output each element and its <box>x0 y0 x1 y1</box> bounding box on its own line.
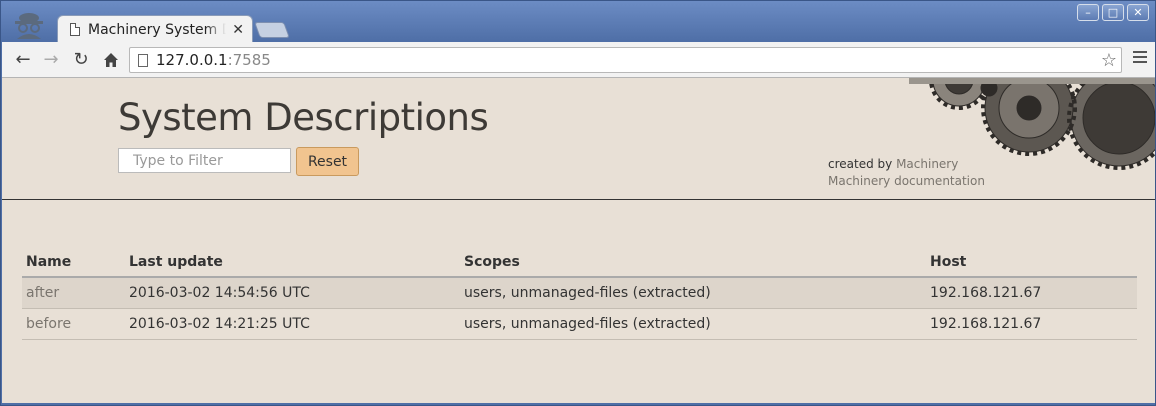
address-bar[interactable]: 127.0.0.1:7585 ☆ <box>129 47 1122 73</box>
scopes-cell: users, unmanaged-files (extracted) <box>460 308 926 340</box>
new-tab-button[interactable] <box>254 22 290 38</box>
tab-title: Machinery System Descriptions <box>88 21 226 38</box>
browser-toolbar: ← → ↻ 127.0.0.1:7585 ☆ <box>2 42 1155 78</box>
page-content: System Descriptions Reset created by Mac… <box>2 78 1155 403</box>
forward-icon[interactable]: → <box>40 50 62 70</box>
reset-button[interactable]: Reset <box>296 147 359 176</box>
title-bar: Machinery System Descriptions ✕ – □ ✕ <box>1 1 1155 43</box>
last-update-cell: 2016-03-02 14:54:56 UTC <box>125 277 460 309</box>
column-header-scopes[interactable]: Scopes <box>460 251 926 278</box>
incognito-icon <box>15 13 43 39</box>
created-by-label: created by <box>828 157 893 171</box>
page-header: System Descriptions Reset created by Mac… <box>2 78 1155 200</box>
minimize-button[interactable]: – <box>1077 4 1099 21</box>
table-row[interactable]: before 2016-03-02 14:21:25 UTC users, un… <box>22 308 1137 340</box>
browser-tab[interactable]: Machinery System Descriptions ✕ <box>57 15 253 43</box>
description-name-link[interactable]: before <box>22 308 125 340</box>
browser-window: Machinery System Descriptions ✕ – □ ✕ ← … <box>0 0 1156 406</box>
credits: created by Machinery Machinery documenta… <box>828 156 985 190</box>
machinery-link[interactable]: Machinery <box>896 157 958 171</box>
close-window-button[interactable]: ✕ <box>1127 4 1149 21</box>
url-host: 127.0.0.1 <box>156 51 228 69</box>
descriptions-table: Name Last update Scopes Host after 2016-… <box>22 251 1137 340</box>
window-controls: – □ ✕ <box>1077 4 1149 21</box>
documentation-link[interactable]: Machinery documentation <box>828 173 985 190</box>
filter-input[interactable] <box>118 148 291 173</box>
home-icon[interactable] <box>100 52 122 68</box>
page-icon <box>138 53 148 67</box>
page-title: System Descriptions <box>118 96 489 139</box>
column-header-name[interactable]: Name <box>22 251 125 278</box>
reload-icon[interactable]: ↻ <box>70 50 92 70</box>
scopes-cell: users, unmanaged-files (extracted) <box>460 277 926 309</box>
description-name-link[interactable]: after <box>22 277 125 309</box>
menu-icon[interactable] <box>1133 51 1147 66</box>
table-row[interactable]: after 2016-03-02 14:54:56 UTC users, unm… <box>22 277 1137 309</box>
column-header-host[interactable]: Host <box>926 251 1137 278</box>
host-cell: 192.168.121.67 <box>926 308 1137 340</box>
tab-close-icon[interactable]: ✕ <box>232 22 244 38</box>
column-header-last-update[interactable]: Last update <box>125 251 460 278</box>
back-icon[interactable]: ← <box>12 50 34 70</box>
bookmark-star-icon[interactable]: ☆ <box>1101 50 1117 71</box>
url-port: :7585 <box>227 51 271 69</box>
last-update-cell: 2016-03-02 14:21:25 UTC <box>125 308 460 340</box>
host-cell: 192.168.121.67 <box>926 277 1137 309</box>
maximize-button[interactable]: □ <box>1102 4 1124 21</box>
table-header-row: Name Last update Scopes Host <box>22 251 1137 278</box>
document-icon <box>70 23 80 36</box>
